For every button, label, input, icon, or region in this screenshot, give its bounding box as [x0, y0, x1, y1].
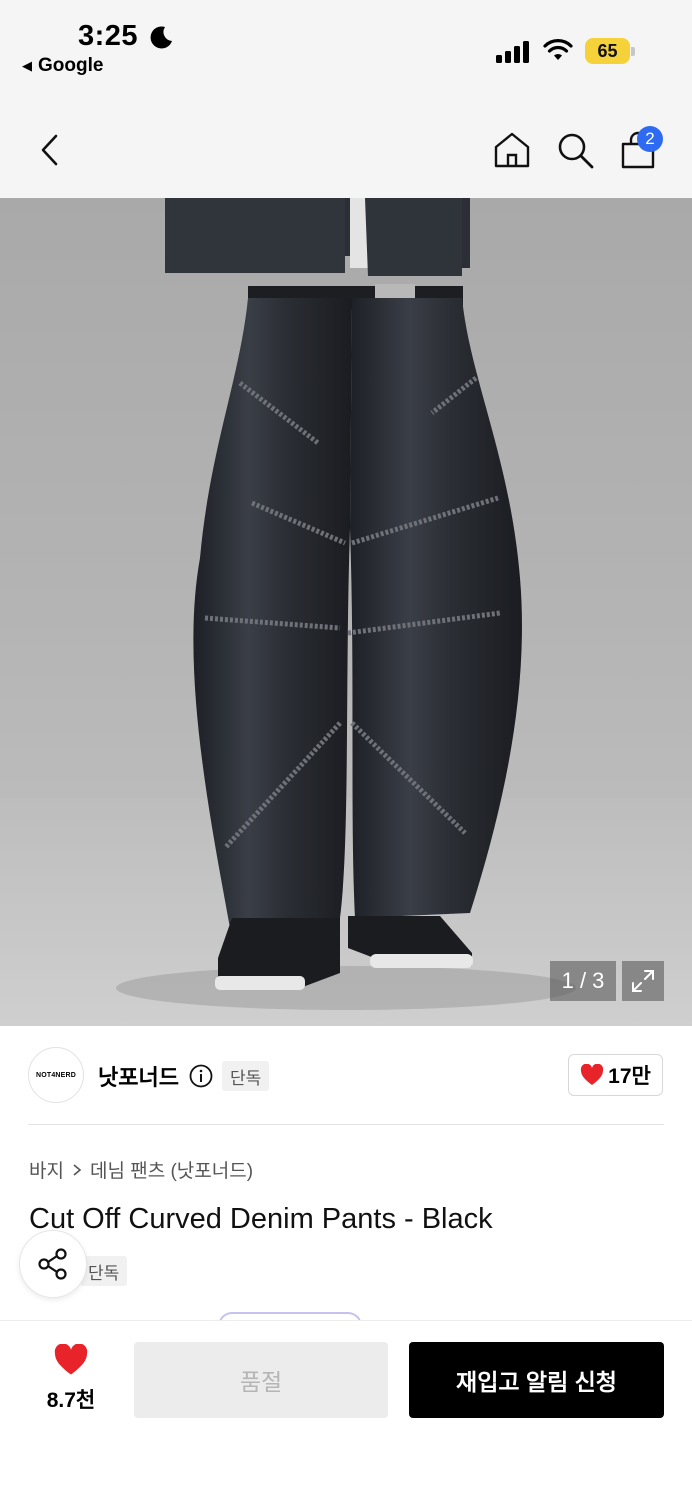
battery-indicator: 65: [585, 38, 635, 64]
denim-pants-photo: [0, 198, 692, 1026]
product-title: Cut Off Curved Denim Pants - Black: [29, 1203, 493, 1235]
cart-count-badge: 2: [637, 126, 663, 152]
status-bar: 3:25 ◀ Google 65: [0, 0, 692, 100]
wishlist-button[interactable]: 8.7천: [36, 1344, 106, 1414]
search-icon: [558, 133, 594, 169]
breadcrumb-subcategory[interactable]: 데님 팬츠 (낫포너드): [90, 1156, 253, 1183]
brand-logo[interactable]: NOT4NERD: [28, 1047, 84, 1103]
brand-name[interactable]: 낫포너드: [98, 1060, 179, 1092]
chevron-right-icon: [73, 1163, 82, 1176]
search-button[interactable]: [553, 125, 597, 175]
home-icon: [494, 132, 530, 168]
back-app-label: Google: [38, 55, 104, 76]
expand-image-button[interactable]: [622, 961, 664, 1001]
exclusive-tag: 단독: [222, 1061, 270, 1091]
brand-like-button[interactable]: 17만: [568, 1054, 663, 1096]
share-button[interactable]: [19, 1230, 87, 1298]
status-time: 3:25: [78, 20, 139, 52]
breadcrumb-category[interactable]: 바지: [29, 1156, 64, 1183]
wifi-icon: [543, 39, 573, 60]
back-to-app[interactable]: ◀ Google: [22, 55, 103, 77]
product-exclusive-tag: 단독: [80, 1256, 128, 1286]
cellular-signal-icon: [496, 41, 529, 63]
battery-nub: [631, 47, 635, 56]
heart-icon: [54, 1344, 88, 1375]
expand-icon: [632, 970, 654, 992]
info-icon[interactable]: [189, 1064, 213, 1088]
image-counter: 1 / 3: [550, 961, 616, 1001]
back-button[interactable]: [28, 125, 72, 175]
heart-icon: [581, 1064, 604, 1085]
share-icon: [38, 1248, 67, 1280]
divider: [28, 1124, 664, 1125]
product-image[interactable]: [0, 198, 692, 1026]
chevron-left-icon: [41, 134, 58, 166]
brand-like-count: 17만: [608, 1065, 651, 1088]
soldout-button: 품절: [134, 1342, 388, 1418]
back-triangle-icon: ◀: [22, 58, 32, 73]
wishlist-count: 8.7천: [46, 1389, 96, 1412]
breadcrumb: 바지 데님 팬츠 (낫포너드): [29, 1156, 253, 1183]
moon-icon: [150, 26, 172, 49]
home-button[interactable]: [490, 125, 534, 175]
battery-level: 65: [585, 38, 630, 64]
restock-alert-button[interactable]: 재입고 알림 신청: [409, 1342, 664, 1418]
